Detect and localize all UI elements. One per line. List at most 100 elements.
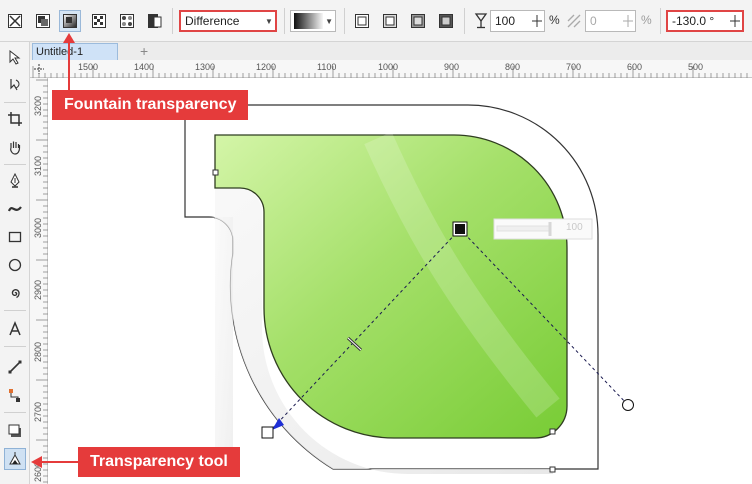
wine-glass-icon xyxy=(474,13,488,29)
merge-mode-dropdown[interactable]: Difference ▼ xyxy=(179,10,277,32)
midpoint-icon xyxy=(567,14,581,28)
midpoint-value: 0 xyxy=(590,14,597,28)
ruler-label: 900 xyxy=(444,62,460,72)
horizontal-ruler: 1500 1400 1300 1200 1100 1000 900 800 70… xyxy=(30,60,752,78)
chevron-down-icon: ▼ xyxy=(265,16,273,26)
ruler-label: 2800 xyxy=(33,341,43,362)
gray-lower-left xyxy=(215,217,233,473)
square-fountain-button[interactable] xyxy=(435,10,457,32)
angle-field[interactable]: -130.0 ° xyxy=(666,10,744,32)
node-handle[interactable] xyxy=(549,428,556,435)
ruler-label: 1500 xyxy=(78,62,99,72)
connector-icon xyxy=(9,389,20,402)
chevron-down-icon: ▼ xyxy=(325,16,334,26)
transparency-tool-icon xyxy=(9,452,21,465)
spiral-tool[interactable] xyxy=(4,282,26,304)
linear-fountain-icon xyxy=(355,14,369,28)
transparency-tool[interactable] xyxy=(4,448,26,470)
transparency-value-field[interactable]: 100 xyxy=(490,10,545,32)
two-color-pattern-icon xyxy=(148,14,162,28)
ruler-label: 3200 xyxy=(33,95,43,116)
hand-icon xyxy=(10,141,21,155)
ruler-label: 2900 xyxy=(33,279,43,300)
conical-fountain-button[interactable] xyxy=(407,10,429,32)
tab-untitled-1[interactable]: Untitled-1 xyxy=(32,43,118,60)
pen-icon xyxy=(10,173,20,188)
spinner-icon[interactable] xyxy=(728,12,742,30)
vector-pattern-icon xyxy=(92,14,106,28)
connector-tool[interactable] xyxy=(4,384,26,406)
fountain-type-dropdown[interactable]: ▼ xyxy=(290,10,336,32)
midpoint-unit: % xyxy=(641,13,652,27)
no-transparency-button[interactable] xyxy=(4,10,26,32)
angle-handle[interactable] xyxy=(622,399,634,411)
shape-tool[interactable] xyxy=(4,74,26,96)
property-bar: Difference ▼ ▼ 100 % 0 % -130.0 ° xyxy=(0,0,752,42)
fountain-transparency-button[interactable] xyxy=(59,10,81,32)
separator xyxy=(4,164,26,165)
bitmap-pattern-button[interactable] xyxy=(116,10,138,32)
node-handle[interactable] xyxy=(549,466,556,473)
ruler-label: 3000 xyxy=(33,217,43,238)
crop-icon xyxy=(8,112,22,126)
ruler-label: 700 xyxy=(566,62,582,72)
fountain-transparency-icon xyxy=(63,14,77,28)
ruler-label: 600 xyxy=(627,62,643,72)
pan-tool[interactable] xyxy=(4,136,26,158)
add-tab-button[interactable]: + xyxy=(140,43,148,59)
pen-tool[interactable] xyxy=(4,170,26,192)
uniform-transparency-button[interactable] xyxy=(32,10,54,32)
ellipse-icon xyxy=(8,258,22,272)
text-a-icon xyxy=(9,321,21,336)
toolbox xyxy=(0,42,30,484)
spinner-icon[interactable] xyxy=(621,12,635,30)
angle-value: -130.0 ° xyxy=(672,14,715,28)
crop-tool[interactable] xyxy=(4,108,26,130)
shape-tool-icon xyxy=(10,79,20,91)
merge-mode-value: Difference xyxy=(185,14,240,28)
parallel-dimension-tool[interactable] xyxy=(4,356,26,378)
artistic-media-tool[interactable] xyxy=(4,198,26,220)
fountain-transparency-callout: Fountain transparency xyxy=(52,90,249,120)
drawing-canvas[interactable]: 100 xyxy=(48,78,752,484)
separator xyxy=(4,310,26,311)
gradient-swatch-icon xyxy=(294,13,324,29)
x-box-icon xyxy=(8,14,22,28)
separator xyxy=(284,8,285,34)
separator xyxy=(464,8,465,34)
midpoint-value-field[interactable]: 0 xyxy=(585,10,636,32)
node-handle[interactable] xyxy=(212,169,219,176)
separator xyxy=(660,8,661,34)
spiral-icon xyxy=(11,289,20,299)
ellipse-tool[interactable] xyxy=(4,254,26,276)
elliptical-fountain-button[interactable] xyxy=(379,10,401,32)
ruler-label: 1400 xyxy=(134,62,155,72)
brush-stroke-icon xyxy=(7,206,22,212)
ruler-origin-icon[interactable] xyxy=(31,61,47,77)
ruler-label: 1200 xyxy=(256,62,277,72)
two-color-pattern-button[interactable] xyxy=(144,10,166,32)
drop-shadow-tool[interactable] xyxy=(4,420,26,442)
text-tool[interactable] xyxy=(4,318,26,340)
separator xyxy=(4,102,26,103)
bitmap-pattern-icon xyxy=(120,14,134,28)
ruler-label: 1000 xyxy=(378,62,399,72)
rectangle-icon xyxy=(8,231,22,243)
vertical-ruler: 3200 3100 3000 2900 2800 2700 2600 xyxy=(30,78,48,484)
transparency-tool-callout: Transparency tool xyxy=(78,447,240,477)
rectangle-tool[interactable] xyxy=(4,226,26,248)
separator xyxy=(344,8,345,34)
conical-fountain-icon xyxy=(411,14,425,28)
start-node-handle[interactable] xyxy=(261,426,274,439)
vector-pattern-button[interactable] xyxy=(88,10,110,32)
transparency-value: 100 xyxy=(495,14,516,28)
linear-fountain-button[interactable] xyxy=(351,10,373,32)
ruler-label: 500 xyxy=(688,62,704,72)
dimension-icon xyxy=(8,360,22,374)
pick-tool[interactable] xyxy=(4,46,26,68)
spinner-icon[interactable] xyxy=(530,12,544,30)
separator xyxy=(4,412,26,413)
uniform-transparency-icon xyxy=(36,14,50,28)
separator xyxy=(4,346,26,347)
square-fountain-icon xyxy=(439,14,453,28)
